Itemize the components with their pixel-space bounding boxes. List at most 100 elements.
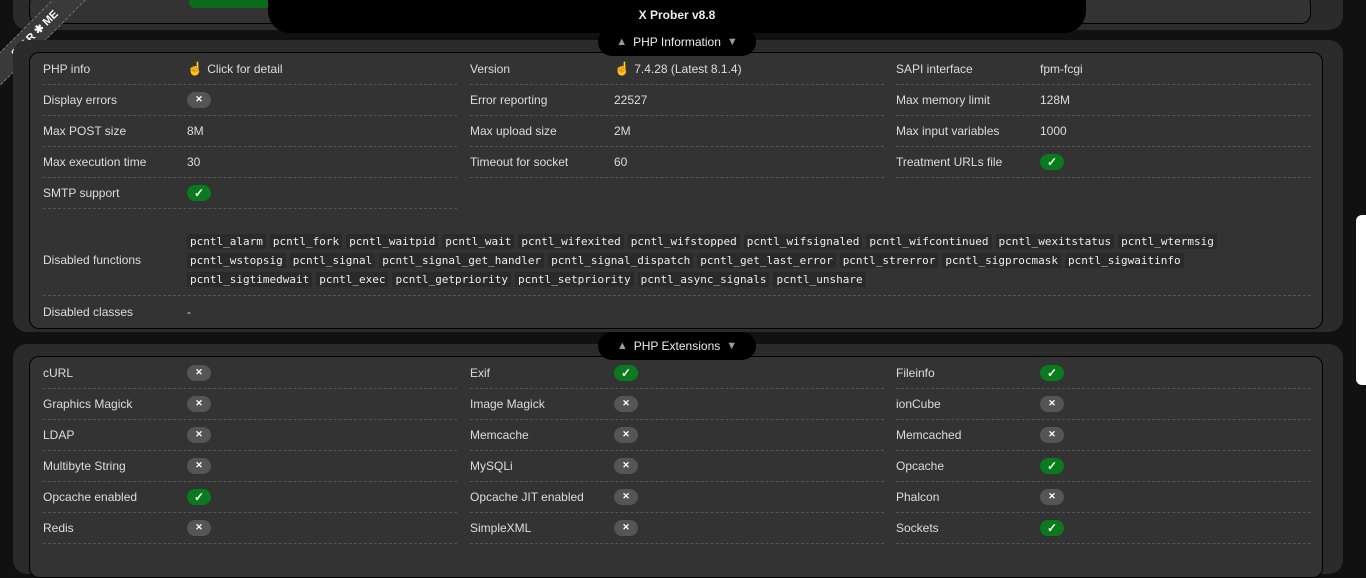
value-mysqli: ✕ xyxy=(614,457,638,474)
value-sapi-interface: fpm-fcgi xyxy=(1040,62,1083,76)
value-simplexml: ✕ xyxy=(614,519,638,536)
label-opcache-jit-enabled: Opcache JIT enabled xyxy=(470,489,584,504)
value-timeout-for-socket: 60 xyxy=(614,155,627,169)
cross-icon: ✕ xyxy=(614,395,638,412)
value-graphics-magick: ✕ xyxy=(187,395,211,412)
row-phalcon: Phalcon ✕ xyxy=(896,481,1311,513)
row-redis: Redis ✕ xyxy=(43,512,457,544)
cross-icon: ✕ xyxy=(187,519,211,536)
disabled-functions-label: Disabled functions xyxy=(43,253,142,267)
value-ioncube: ✕ xyxy=(1040,395,1064,412)
value-text-sapi-interface: fpm-fcgi xyxy=(1040,61,1083,76)
disabled-function-chip: pcntl_wifstopped xyxy=(627,233,740,249)
disabled-function-chip: pcntl_signal xyxy=(289,252,376,268)
php-information-title-text: PHP Information xyxy=(633,35,721,49)
value-error-reporting: 22527 xyxy=(614,93,647,107)
row-memcached: Memcached ✕ xyxy=(896,419,1311,451)
label-sapi-interface: SAPI interface xyxy=(896,61,973,76)
php-extensions-section: cURL ✕ Exif ✓ Fileinfo ✓ Graphics Magick ✕ Image… xyxy=(13,332,1343,578)
label-opcache-enabled: Opcache enabled xyxy=(43,489,138,504)
row-image-magick: Image Magick ✕ xyxy=(470,388,884,420)
row-error-reporting: Error reporting 22527 xyxy=(470,84,884,116)
disabled-function-chip: pcntl_exec xyxy=(316,271,389,287)
value-text-max-execution-time: 30 xyxy=(187,154,201,169)
collapse-up-icon[interactable]: ▲ xyxy=(617,340,628,352)
value-redis: ✕ xyxy=(187,519,211,536)
label-fileinfo: Fileinfo xyxy=(896,365,935,380)
cross-icon: ✕ xyxy=(187,364,211,381)
value-exif: ✓ xyxy=(614,364,638,381)
label-treatment-urls-file: Treatment URLs file xyxy=(896,154,1003,169)
label-max-post-size: Max POST size xyxy=(43,123,127,138)
check-icon: ✓ xyxy=(1040,364,1064,381)
row-simplexml: SimpleXML ✕ xyxy=(470,512,884,544)
value-version[interactable]: ☝ 7.4.28 (Latest 8.1.4) xyxy=(614,61,742,77)
pointer-hand-icon[interactable]: ☝ xyxy=(187,61,203,77)
label-curl: cURL xyxy=(43,365,74,380)
php-extensions-title-text: PHP Extensions xyxy=(633,339,721,353)
value-treatment-urls-file: ✓ xyxy=(1040,153,1064,170)
label-image-magick: Image Magick xyxy=(470,396,545,411)
label-redis: Redis xyxy=(43,520,74,535)
disabled-function-chip: pcntl_sigprocmask xyxy=(942,252,1061,268)
value-phalcon: ✕ xyxy=(1040,488,1064,505)
row-curl: cURL ✕ xyxy=(43,357,457,389)
row-sockets: Sockets ✓ xyxy=(896,512,1311,544)
php-information-section: Disabled functions pcntl_alarm pcntl_fork… xyxy=(13,28,1343,332)
value-php-info[interactable]: ☝ Click for detail xyxy=(187,61,283,77)
php-extensions-title[interactable]: ▲ PHP Extensions ▼ xyxy=(598,332,756,360)
disabled-function-chip: pcntl_setpriority xyxy=(515,271,634,287)
value-max-input-variables: 1000 xyxy=(1040,124,1067,138)
value-memcache: ✕ xyxy=(614,426,638,443)
side-panel-tab[interactable] xyxy=(1356,215,1366,385)
label-mysqli: MySQLi xyxy=(470,458,513,473)
check-icon: ✓ xyxy=(1040,153,1064,170)
row-max-input-variables: Max input variables 1000 xyxy=(896,115,1311,147)
row-max-post-size: Max POST size 8M xyxy=(43,115,457,147)
disabled-function-chip: pcntl_wifexited xyxy=(518,233,624,249)
value-text-php-info[interactable]: Click for detail xyxy=(207,62,282,76)
label-error-reporting: Error reporting xyxy=(470,92,548,107)
row-ioncube: ionCube ✕ xyxy=(896,388,1311,420)
cross-icon: ✕ xyxy=(614,488,638,505)
collapse-up-icon[interactable]: ▲ xyxy=(616,36,627,48)
row-version: Version ☝ 7.4.28 (Latest 8.1.4) xyxy=(470,53,884,85)
pointer-hand-icon[interactable]: ☝ xyxy=(614,61,630,77)
value-opcache-enabled: ✓ xyxy=(187,488,211,505)
label-smtp-support: SMTP support xyxy=(43,185,120,200)
disabled-function-chip: pcntl_wifcontinued xyxy=(866,233,992,249)
value-max-upload-size: 2M xyxy=(614,124,631,138)
disabled-function-chip: pcntl_waitpid xyxy=(346,233,439,249)
disabled-function-chip: pcntl_wait xyxy=(442,233,515,249)
check-icon: ✓ xyxy=(187,184,211,201)
cross-icon: ✕ xyxy=(1040,426,1064,443)
row-fileinfo: Fileinfo ✓ xyxy=(896,357,1311,389)
label-php-info: PHP info xyxy=(43,61,91,76)
disabled-function-chip: pcntl_wtermsig xyxy=(1118,233,1217,249)
value-text-version[interactable]: 7.4.28 (Latest 8.1.4) xyxy=(634,62,741,76)
disabled-function-chip: pcntl_wstopsig xyxy=(187,252,286,268)
value-max-memory-limit: 128M xyxy=(1040,93,1070,107)
row-smtp-support: SMTP support ✓ xyxy=(43,177,457,209)
collapse-down-icon[interactable]: ▼ xyxy=(726,340,737,352)
check-icon: ✓ xyxy=(187,488,211,505)
cross-icon: ✕ xyxy=(187,426,211,443)
label-display-errors: Display errors xyxy=(43,92,118,107)
disabled-function-chip: pcntl_wexitstatus xyxy=(995,233,1115,249)
row-multibyte-string: Multibyte String ✕ xyxy=(43,450,457,482)
row-ldap: LDAP ✕ xyxy=(43,419,457,451)
value-fileinfo: ✓ xyxy=(1040,364,1064,381)
value-smtp-support: ✓ xyxy=(187,184,211,201)
cross-icon: ✕ xyxy=(1040,488,1064,505)
value-opcache: ✓ xyxy=(1040,457,1064,474)
disabled-function-chip: pcntl_signal_get_handler xyxy=(379,252,545,268)
row-max-execution-time: Max execution time 30 xyxy=(43,146,457,178)
value-display-errors: ✕ xyxy=(187,91,211,108)
php-information-title[interactable]: ▲ PHP Information ▼ xyxy=(598,28,756,56)
cross-icon: ✕ xyxy=(1040,395,1064,412)
value-max-execution-time: 30 xyxy=(187,155,200,169)
collapse-down-icon[interactable]: ▼ xyxy=(727,36,738,48)
value-memcached: ✕ xyxy=(1040,426,1064,443)
check-icon: ✓ xyxy=(1040,519,1064,536)
row-mysqli: MySQLi ✕ xyxy=(470,450,884,482)
